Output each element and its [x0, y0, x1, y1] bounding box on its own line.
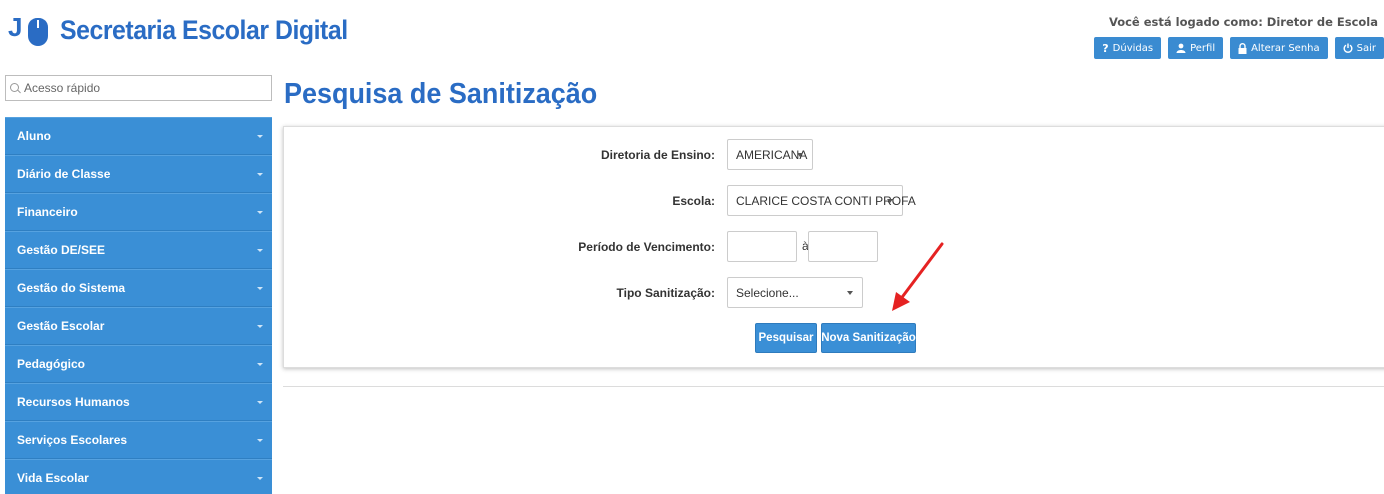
app-logo[interactable]: J Secretaria Escolar Digital [8, 10, 373, 50]
escola-label: Escola: [672, 194, 715, 208]
power-icon [1343, 43, 1353, 53]
sidebar-item-label: Pedagógico [17, 357, 86, 371]
caret-down-icon [257, 248, 263, 252]
sidebar-item-label: Serviços Escolares [17, 433, 128, 447]
tipo-sanitizacao-select[interactable]: Selecione... [727, 277, 863, 308]
caret-down-icon [257, 400, 263, 404]
new-sanitization-button[interactable]: Nova Sanitização [821, 323, 916, 353]
caret-down-icon [257, 172, 263, 176]
sidebar-item-financeiro[interactable]: Financeiro [5, 193, 272, 231]
caret-down-icon [257, 324, 263, 328]
chevron-down-icon [887, 199, 893, 203]
caret-down-icon [257, 134, 263, 138]
user-icon [1176, 43, 1186, 53]
caret-down-icon [257, 362, 263, 366]
sidebar-item-label: Gestão DE/SEE [17, 243, 106, 257]
caret-down-icon [257, 210, 263, 214]
tipo-sanitizacao-selected-value: Selecione... [736, 285, 799, 300]
sidebar-item-label: Gestão Escolar [17, 319, 105, 333]
sidebar-item-servicos-escolares[interactable]: Serviços Escolares [5, 421, 272, 459]
caret-down-icon [257, 438, 263, 442]
page-title: Pesquisa de Sanitização [284, 78, 598, 110]
sidebar-item-recursos-humanos[interactable]: Recursos Humanos [5, 383, 272, 421]
chevron-down-icon [797, 153, 803, 157]
sidebar-item-label: Vida Escolar [17, 471, 89, 485]
sidebar-item-label: Financeiro [17, 205, 78, 219]
quick-access-search[interactable] [5, 75, 272, 101]
mouse-icon [28, 18, 48, 46]
tipo-sanitizacao-label: Tipo Sanitização: [616, 286, 715, 300]
sidebar-item-gestao-escolar[interactable]: Gestão Escolar [5, 307, 272, 345]
quick-access-input[interactable] [24, 81, 264, 95]
chevron-down-icon [847, 291, 853, 295]
sidebar-item-label: Diário de Classe [17, 167, 111, 181]
search-icon [10, 82, 21, 94]
sidebar-menu: Aluno Diário de Classe Financeiro Gestão… [5, 117, 272, 494]
sidebar-item-aluno[interactable]: Aluno [5, 117, 272, 155]
diretoria-label: Diretoria de Ensino: [600, 148, 715, 162]
sidebar-item-gestao-de-see[interactable]: Gestão DE/SEE [5, 231, 272, 269]
change-password-button[interactable]: Alterar Senha [1230, 37, 1328, 59]
profile-button[interactable]: Perfil [1168, 37, 1224, 59]
caret-down-icon [257, 476, 263, 480]
logo-mark-icon: J [8, 10, 58, 50]
diretoria-select[interactable]: AMERICANA [727, 139, 813, 170]
change-password-label: Alterar Senha [1251, 42, 1320, 54]
escola-select[interactable]: CLARICE COSTA CONTI PROFA [727, 185, 916, 216]
periodo-start-input[interactable] [727, 231, 797, 262]
caret-down-icon [257, 286, 263, 290]
periodo-end-input[interactable] [808, 231, 878, 262]
logout-label: Sair [1356, 42, 1376, 54]
sidebar-item-label: Gestão do Sistema [17, 281, 126, 295]
divider [283, 386, 1384, 387]
sidebar-item-gestao-do-sistema[interactable]: Gestão do Sistema [5, 269, 272, 307]
periodo-label: Período de Vencimento: [578, 240, 715, 254]
question-icon: ? [1102, 41, 1109, 55]
help-label: Dúvidas [1112, 42, 1154, 54]
app-title: Secretaria Escolar Digital [60, 14, 348, 45]
search-button[interactable]: Pesquisar [755, 323, 817, 353]
sidebar-item-pedagogico[interactable]: Pedagógico [5, 345, 272, 383]
lock-icon [1238, 42, 1247, 54]
sidebar-item-label: Aluno [17, 129, 51, 143]
logout-button[interactable]: Sair [1334, 37, 1384, 59]
header-actions: ? Dúvidas Perfil Alterar Senha Sair [1094, 37, 1384, 59]
sidebar-item-label: Recursos Humanos [17, 395, 130, 409]
sidebar-item-diario-de-classe[interactable]: Diário de Classe [5, 155, 272, 193]
profile-label: Perfil [1190, 42, 1216, 54]
sidebar-item-vida-escolar[interactable]: Vida Escolar [5, 459, 272, 494]
logo-letter: J [8, 12, 23, 42]
help-button[interactable]: ? Dúvidas [1094, 37, 1162, 59]
annotation-arrow-icon [892, 242, 944, 311]
logged-user-info: Você está logado como: Diretor de Escola [1108, 15, 1378, 29]
